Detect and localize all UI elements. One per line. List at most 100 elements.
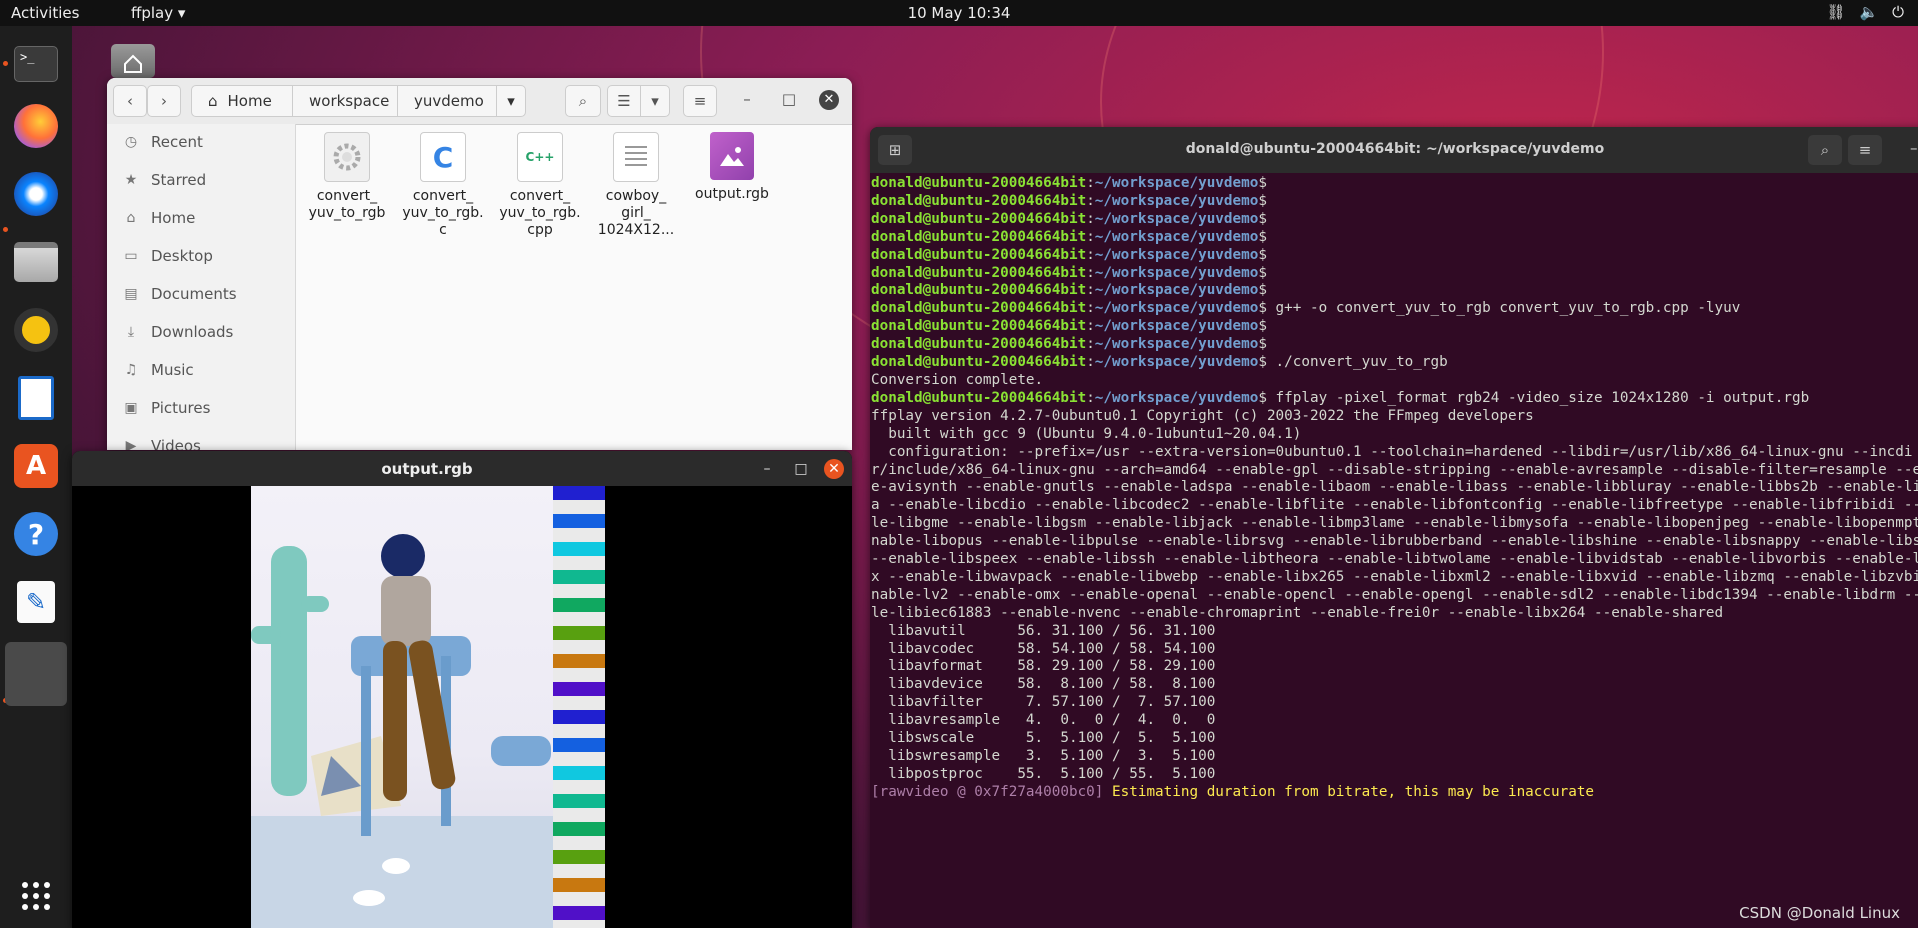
- firefox-icon[interactable]: [8, 98, 64, 154]
- home-icon: ⌂: [126, 210, 136, 226]
- image-file-icon: [710, 132, 754, 180]
- terminal-line: libswscale 5. 5.100 / 5. 5.100: [871, 730, 1918, 748]
- show-apps-icon[interactable]: [8, 868, 64, 924]
- ffplay-icon[interactable]: [5, 642, 67, 706]
- activities-button[interactable]: Activities: [11, 4, 79, 22]
- hamburger-icon: ≡: [1858, 141, 1872, 159]
- ffplay-title-bar[interactable]: output.rgb – □ ✕: [72, 451, 852, 486]
- clock[interactable]: 10 May 10:34: [908, 4, 1011, 22]
- close-button[interactable]: ✕: [819, 90, 839, 110]
- writer-icon[interactable]: [8, 370, 64, 426]
- log-tag: [rawvideo @ 0x7f27a4000bc0]: [871, 783, 1104, 800]
- forward-button[interactable]: ›: [147, 85, 181, 117]
- maximize-button[interactable]: □: [791, 459, 811, 479]
- text-editor-icon[interactable]: ✎: [8, 574, 64, 630]
- file-item[interactable]: output.rgb: [685, 132, 779, 203]
- prompt-user: donald@ubuntu-20004664bit: [871, 192, 1087, 209]
- file-name: cowboy_ girl_ 1024X12...: [597, 188, 675, 238]
- thunderbird-icon[interactable]: [8, 166, 64, 222]
- list-view-icon: ☰: [617, 92, 631, 110]
- view-options-button[interactable]: ▾: [640, 85, 670, 117]
- top-bar: Activities ffplay ▾ 10 May 10:34 ⛓ 🔈 ⏻: [0, 0, 1918, 26]
- warning-text: Estimating duration from bitrate, this m…: [1103, 783, 1595, 800]
- prompt-user: donald@ubuntu-20004664bit: [871, 282, 1087, 299]
- back-button[interactable]: ‹: [113, 85, 147, 117]
- prompt-path: ~/workspace/yuvdemo: [1094, 336, 1259, 353]
- sidebar-item-videos[interactable]: ▶ Videos: [107, 428, 295, 450]
- sidebar-item-pictures[interactable]: ▣ Pictures: [107, 390, 295, 426]
- file-item[interactable]: cowboy_ girl_ 1024X12...: [589, 132, 683, 239]
- terminal-line: nable-libopus --enable-libpulse --enable…: [871, 533, 1918, 551]
- output-text: r/include/x86_64-linux-gnu --arch=amd64 …: [871, 461, 1918, 478]
- terminal-window: ⊞ donald@ubuntu-20004664bit: ~/workspace…: [870, 127, 1918, 928]
- sidebar-item-downloads[interactable]: ⤓ Downloads: [107, 314, 295, 350]
- terminal-line: donald@ubuntu-20004664bit:~/workspace/yu…: [871, 318, 1267, 335]
- terminal-line: le-libiec61883 --enable-nvenc --enable-c…: [871, 605, 1918, 623]
- volume-icon[interactable]: 🔈: [1859, 3, 1878, 21]
- document-icon: ▤: [124, 286, 138, 302]
- files-window: ‹ › ⌂ Home workspace yuvdemo ▾ ⌕ ☰ ▾ ≡ – …: [107, 78, 852, 450]
- file-item[interactable]: convert_ yuv_to_rgb: [300, 132, 394, 222]
- file-name: convert_ yuv_to_rgb: [308, 188, 386, 221]
- file-item[interactable]: C convert_ yuv_to_rgb. c: [396, 132, 490, 239]
- breadcrumb-menu-button[interactable]: ▾: [496, 85, 526, 117]
- menu-button[interactable]: ≡: [683, 85, 717, 117]
- video-icon: ▶: [125, 438, 137, 450]
- maximize-button[interactable]: □: [779, 90, 799, 110]
- output-text: a --enable-libcdio --enable-libcodec2 --…: [871, 497, 1918, 514]
- sidebar-item-documents[interactable]: ▤ Documents: [107, 276, 295, 312]
- power-icon[interactable]: ⏻: [1892, 3, 1904, 21]
- terminal-line: built with gcc 9 (Ubuntu 9.4.0-1ubuntu1~…: [871, 426, 1918, 444]
- file-item[interactable]: C++ convert_ yuv_to_rgb. cpp: [493, 132, 587, 239]
- files-icon[interactable]: [8, 234, 64, 290]
- network-icon[interactable]: ⛓: [1826, 3, 1845, 21]
- terminal-line: libavcodec 58. 54.100 / 58. 54.100: [871, 641, 1918, 659]
- breadcrumb-workspace[interactable]: workspace: [292, 85, 398, 117]
- video-image: [251, 534, 553, 928]
- search-button[interactable]: ⌕: [565, 85, 601, 117]
- search-icon: ⌕: [1820, 141, 1830, 159]
- view-list-button[interactable]: ☰: [607, 85, 641, 117]
- terminal-line: libavformat 58. 29.100 / 58. 29.100: [871, 658, 1918, 676]
- prompt-user: donald@ubuntu-20004664bit: [871, 228, 1087, 245]
- output-text: x --enable-libwavpack --enable-libwebp -…: [871, 568, 1918, 585]
- menu-button[interactable]: ≡: [1848, 135, 1882, 165]
- prompt-user: donald@ubuntu-20004664bit: [871, 264, 1087, 281]
- close-button[interactable]: ✕: [824, 459, 844, 479]
- app-menu-button[interactable]: ffplay ▾: [131, 4, 185, 22]
- system-tray[interactable]: ⛓ 🔈 ⏻: [1826, 3, 1904, 21]
- command-text: ./convert_yuv_to_rgb: [1266, 354, 1448, 371]
- sidebar-item-starred[interactable]: ★ Starred: [107, 162, 295, 198]
- output-text: libswresample 3. 5.100 / 3. 5.100: [871, 748, 1216, 764]
- terminal-line: donald@ubuntu-20004664bit:~/workspace/yu…: [871, 246, 1267, 263]
- help-icon[interactable]: ?: [8, 506, 64, 562]
- desktop-home-icon[interactable]: [111, 44, 155, 78]
- terminal-line: libavdevice 58. 8.100 / 58. 8.100: [871, 676, 1918, 694]
- sidebar-item-recent[interactable]: ◷ Recent: [107, 124, 295, 160]
- software-icon[interactable]: A: [8, 438, 64, 494]
- minimize-button[interactable]: –: [757, 459, 777, 479]
- breadcrumb-yuvdemo[interactable]: yuvdemo: [397, 85, 497, 117]
- sidebar-item-music[interactable]: ♫ Music: [107, 352, 295, 388]
- terminal-line: ffplay version 4.2.7-0ubuntu0.1 Copyrigh…: [871, 408, 1918, 426]
- sidebar-item-home[interactable]: ⌂ Home: [107, 200, 295, 236]
- output-text: e-avisynth --enable-gnutls --enable-lads…: [871, 479, 1918, 496]
- prompt-user: donald@ubuntu-20004664bit: [871, 389, 1087, 406]
- output-text: libavfilter 7. 57.100 / 7. 57.100: [871, 694, 1216, 711]
- minimize-button[interactable]: –: [737, 90, 757, 110]
- search-button[interactable]: ⌕: [1808, 135, 1842, 165]
- download-icon: ⤓: [127, 324, 135, 340]
- terminal-title-bar[interactable]: ⊞ donald@ubuntu-20004664bit: ~/workspace…: [870, 127, 1918, 173]
- prompt-user: donald@ubuntu-20004664bit: [871, 300, 1087, 317]
- text-file-icon: [613, 132, 659, 182]
- minimize-button[interactable]: –: [1910, 139, 1918, 157]
- sidebar-item-desktop[interactable]: ▭ Desktop: [107, 238, 295, 274]
- c-source-icon: C: [420, 132, 466, 182]
- file-name: convert_ yuv_to_rgb. c: [402, 188, 484, 238]
- output-text: configuration: --prefix=/usr --extra-ver…: [871, 443, 1913, 460]
- terminal-output[interactable]: donald@ubuntu-20004664bit:~/workspace/yu…: [871, 175, 1918, 802]
- terminal-icon[interactable]: >_: [8, 36, 64, 92]
- rhythmbox-icon[interactable]: [8, 302, 64, 358]
- terminal-line: libavfilter 7. 57.100 / 7. 57.100: [871, 694, 1918, 712]
- breadcrumb-home[interactable]: ⌂ Home: [191, 85, 293, 117]
